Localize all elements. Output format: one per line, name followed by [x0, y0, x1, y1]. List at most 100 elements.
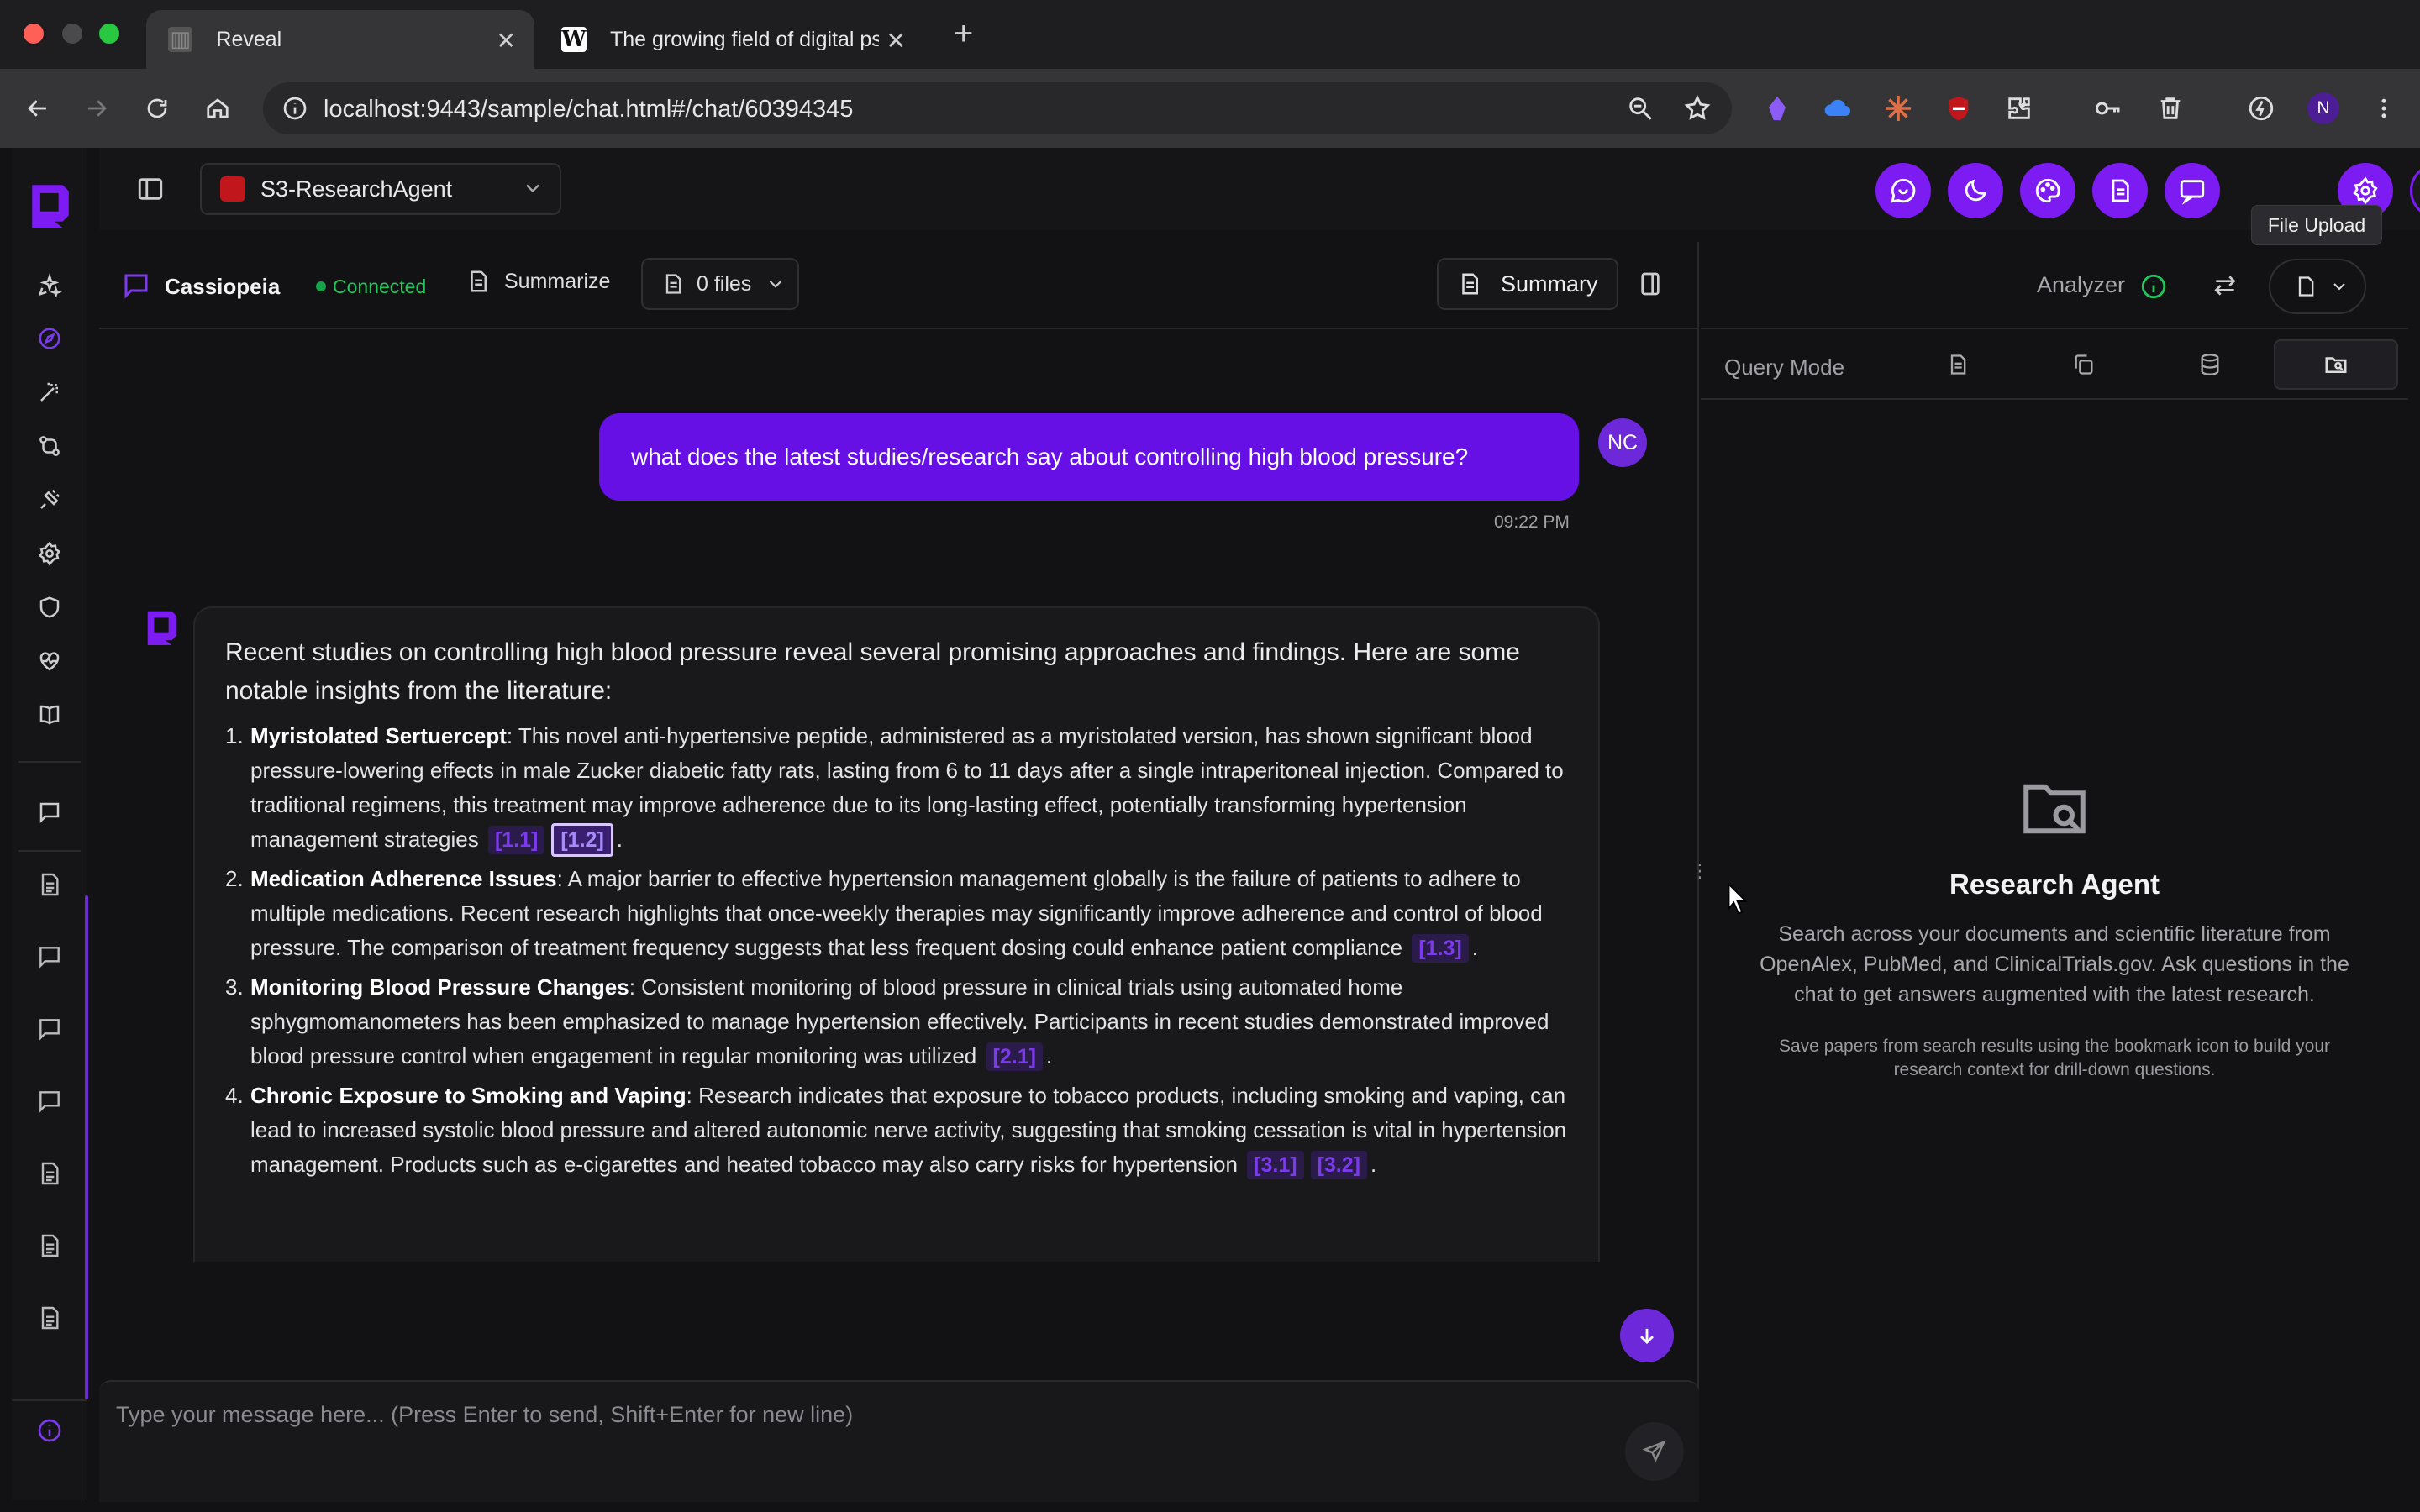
citation-link[interactable]: [1.1]	[487, 826, 545, 854]
forward-button[interactable]	[77, 89, 116, 128]
extension-cloud-icon[interactable]	[1818, 89, 1857, 128]
workflow-icon[interactable]	[29, 425, 71, 467]
theme-palette-button[interactable]	[2020, 163, 2075, 218]
plug-icon[interactable]	[29, 479, 71, 521]
magic-wand-icon[interactable]	[29, 371, 71, 413]
sparkles-icon[interactable]	[29, 264, 71, 306]
citation-link[interactable]: [2.1]	[986, 1042, 1043, 1071]
history-document-icon[interactable]	[29, 1297, 71, 1339]
list-number: 3.	[225, 974, 244, 1000]
home-button[interactable]	[198, 89, 237, 128]
query-mode-multi-document[interactable]	[2022, 339, 2146, 390]
left-rail	[12, 148, 88, 1500]
chevron-down-icon	[2333, 283, 2345, 291]
book-icon[interactable]	[29, 694, 71, 736]
browser-tab-reveal[interactable]: ▥ Reveal ✕	[146, 10, 534, 69]
info-icon[interactable]	[2139, 272, 2168, 301]
chat-bubble-icon	[121, 270, 151, 301]
toggle-panel-icon[interactable]	[1637, 270, 1664, 297]
assistant-intro-text: Recent studies on controlling high blood…	[225, 638, 1520, 705]
minimize-window-button[interactable]	[62, 24, 82, 44]
message-button[interactable]	[2165, 163, 2220, 218]
chat-mode-button[interactable]	[1876, 163, 1931, 218]
agent-selector[interactable]: S3-ResearchAgent	[200, 163, 561, 215]
info-icon[interactable]	[29, 1410, 71, 1452]
assistant-message-bubble: Recent studies on controlling high blood…	[193, 606, 1600, 1262]
rail-scrollbar[interactable]	[85, 895, 88, 1399]
app-top-bar: S3-ResearchAgent NC	[99, 148, 2420, 230]
citation-link-selected[interactable]: [1.2]	[551, 823, 613, 857]
extension-claude-icon[interactable]	[1879, 89, 1918, 128]
chat-bubble-icon[interactable]	[29, 791, 71, 833]
app-logo-icon[interactable]	[25, 178, 76, 228]
citation-link[interactable]: [1.3]	[1412, 934, 1469, 963]
profile-avatar[interactable]: N	[2304, 89, 2343, 128]
maximize-window-button[interactable]	[99, 24, 119, 44]
query-mode-database[interactable]	[2148, 339, 2272, 390]
document-icon	[1950, 354, 1966, 375]
reload-button[interactable]	[138, 89, 176, 128]
files-dropdown[interactable]: 0 files	[641, 258, 799, 310]
site-info-icon[interactable]	[281, 95, 308, 122]
file-upload-dropdown[interactable]	[2269, 259, 2366, 314]
close-window-button[interactable]	[24, 24, 44, 44]
close-tab-icon[interactable]: ✕	[497, 27, 516, 55]
rail-divider	[18, 850, 81, 852]
browser-menu-icon[interactable]	[2365, 89, 2403, 128]
empty-state-note: Save papers from search results using th…	[1779, 1037, 2330, 1079]
arrow-down-icon	[1640, 1328, 1654, 1345]
scroll-to-bottom-button[interactable]	[1620, 1309, 1674, 1362]
explore-compass-icon[interactable]	[29, 318, 71, 360]
document-button[interactable]	[2092, 163, 2148, 218]
query-mode-research[interactable]	[2274, 339, 2398, 390]
user-avatar[interactable]: NC	[2410, 163, 2420, 218]
list-number: 4.	[225, 1083, 244, 1108]
extensions-puzzle-icon[interactable]	[2000, 89, 2039, 128]
toggle-sidebar-icon[interactable]	[136, 175, 165, 203]
address-bar[interactable]: localhost:9443/sample/chat.html#/chat/60…	[263, 82, 1732, 134]
extension-blocker-icon[interactable]	[1939, 89, 1978, 128]
rail-divider	[12, 1399, 87, 1401]
document-icon	[1462, 273, 1478, 295]
swap-arrows-icon[interactable]	[2212, 272, 2238, 299]
mouse-cursor-icon	[1726, 882, 1751, 916]
research-agent-empty-state: Research Agent Search across your docume…	[1751, 771, 2358, 1082]
password-key-icon[interactable]	[2089, 89, 2128, 128]
history-document-icon[interactable]	[29, 1225, 71, 1267]
citation-link[interactable]: [3.2]	[1310, 1151, 1367, 1179]
chevron-down-icon	[521, 176, 544, 200]
shield-icon[interactable]	[29, 586, 71, 628]
history-chat-icon[interactable]	[29, 1008, 71, 1050]
dark-mode-button[interactable]	[1948, 163, 2003, 218]
history-chat-icon[interactable]	[29, 1080, 71, 1122]
history-chat-icon[interactable]	[29, 936, 71, 978]
summarize-button[interactable]: Summarize	[466, 269, 610, 294]
file-icon	[2298, 276, 2314, 297]
rail-divider	[18, 761, 81, 763]
folder-search-icon	[1751, 771, 2358, 847]
close-tab-icon[interactable]: ✕	[886, 27, 906, 55]
browser-tab-wikipedia[interactable]: W The growing field of digital ps ✕	[539, 10, 924, 69]
tab-title: The growing field of digital ps	[610, 27, 879, 51]
trash-icon[interactable]	[2151, 89, 2190, 128]
query-mode-document[interactable]	[1896, 339, 2020, 390]
history-document-icon[interactable]	[29, 1152, 71, 1194]
browser-tab-bar: ▥ Reveal ✕ W The growing field of digita…	[0, 0, 2420, 69]
health-heart-icon[interactable]	[29, 640, 71, 682]
settings-gear-icon[interactable]	[29, 533, 71, 575]
user-message-avatar: NC	[1598, 418, 1647, 467]
extension-obsidian-icon[interactable]	[1758, 89, 1797, 128]
bookmark-star-icon[interactable]	[1683, 94, 1712, 123]
analyzer-panel: Analyzer Query Mode Research Agent Searc…	[1701, 242, 2408, 1502]
summary-button[interactable]: Summary	[1437, 258, 1618, 310]
zoom-icon[interactable]	[1626, 94, 1655, 123]
message-input[interactable]	[116, 1402, 1612, 1478]
back-button[interactable]	[18, 89, 57, 128]
new-tab-button[interactable]: +	[954, 15, 973, 53]
browser-toolbar: localhost:9443/sample/chat.html#/chat/60…	[0, 69, 2420, 148]
history-document-icon[interactable]	[29, 864, 71, 906]
list-item: 3. Monitoring Blood Pressure Changes: Co…	[225, 970, 1568, 1074]
citation-link[interactable]: [3.1]	[1247, 1151, 1304, 1179]
performance-icon[interactable]	[2242, 89, 2281, 128]
send-button[interactable]	[1625, 1422, 1684, 1481]
